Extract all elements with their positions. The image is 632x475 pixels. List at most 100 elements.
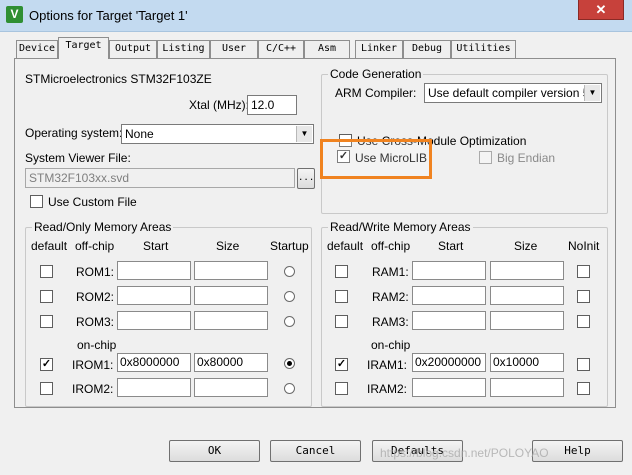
svd-label: System Viewer File: — [25, 151, 131, 165]
rom2-size-input[interactable] — [194, 286, 268, 305]
iram2-default-checkbox[interactable] — [335, 382, 348, 395]
iram2-start-input[interactable] — [412, 378, 486, 397]
tab-utilities[interactable]: Utilities — [451, 40, 516, 58]
ram3-noinit-checkbox[interactable] — [577, 315, 590, 328]
iram2-label: IRAM2: — [367, 382, 408, 396]
chevron-down-icon[interactable]: ▼ — [584, 85, 600, 101]
watermark: https://blog.csdn.net/POLOYAO — [380, 446, 549, 460]
big-endian-label: Big Endian — [497, 151, 556, 165]
ram1-default-checkbox[interactable] — [335, 265, 348, 278]
iram1-default-checkbox[interactable]: ✓ — [335, 358, 348, 371]
rom1-startup-radio[interactable] — [284, 266, 295, 277]
rom3-size-input[interactable] — [194, 311, 268, 330]
irom2-default-checkbox[interactable] — [40, 382, 53, 395]
ok-button[interactable]: OK — [169, 440, 260, 462]
compiler-select[interactable]: Use default compiler version 5 ▼ — [424, 83, 602, 103]
cancel-button[interactable]: Cancel — [270, 440, 361, 462]
rom3-default-checkbox[interactable] — [40, 315, 53, 328]
tab-listing[interactable]: Listing — [157, 40, 210, 58]
iram2-noinit-checkbox[interactable] — [577, 382, 590, 395]
os-select[interactable]: None ▼ — [121, 124, 314, 144]
rom2-label: ROM2: — [76, 290, 115, 304]
iram1-size-input[interactable]: 0x10000 — [490, 353, 564, 372]
chevron-down-icon[interactable]: ▼ — [296, 126, 312, 142]
compiler-select-value: Use default compiler version 5 — [428, 86, 590, 100]
device-name: STMicroelectronics STM32F103ZE — [25, 72, 212, 86]
rom2-startup-radio[interactable] — [284, 291, 295, 302]
custom-file-checkbox[interactable] — [30, 195, 43, 208]
ram3-start-input[interactable] — [412, 311, 486, 330]
xtal-label: Xtal (MHz): — [189, 98, 249, 112]
xtal-input[interactable]: 12.0 — [247, 95, 297, 115]
microlib-highlight — [320, 139, 432, 179]
iram2-size-input[interactable] — [490, 378, 564, 397]
rw-onchip-label: on-chip — [371, 338, 411, 352]
svd-browse-button[interactable]: ... — [297, 168, 315, 189]
irom1-default-checkbox[interactable]: ✓ — [40, 358, 53, 371]
rom1-start-input[interactable] — [117, 261, 191, 280]
ro-header-start: Start — [143, 239, 169, 253]
iram1-label: IRAM1: — [367, 358, 408, 372]
rw-header-offchip: off-chip — [371, 239, 411, 253]
compiler-label: ARM Compiler: — [335, 86, 417, 100]
tab-asm[interactable]: Asm — [304, 40, 350, 58]
ro-memory-title: Read/Only Memory Areas — [32, 220, 174, 234]
irom2-startup-radio[interactable] — [284, 383, 295, 394]
rom1-default-checkbox[interactable] — [40, 265, 53, 278]
big-endian-checkbox[interactable] — [479, 151, 492, 164]
tab-target[interactable]: Target — [58, 37, 109, 59]
ro-header-default: default — [31, 239, 68, 253]
custom-file-label: Use Custom File — [48, 195, 137, 209]
irom2-start-input[interactable] — [117, 378, 191, 397]
ram2-start-input[interactable] — [412, 286, 486, 305]
ram1-size-input[interactable] — [490, 261, 564, 280]
rom2-start-input[interactable] — [117, 286, 191, 305]
irom2-label: IROM2: — [72, 382, 114, 396]
tab-debug[interactable]: Debug — [403, 40, 451, 58]
ram2-default-checkbox[interactable] — [335, 290, 348, 303]
rw-header-start: Start — [438, 239, 464, 253]
ram1-noinit-checkbox[interactable] — [577, 265, 590, 278]
ram1-label: RAM1: — [372, 265, 409, 279]
os-select-value: None — [125, 127, 154, 141]
ram3-label: RAM3: — [372, 315, 409, 329]
irom1-start-input[interactable]: 0x8000000 — [117, 353, 191, 372]
window-title: Options for Target 'Target 1' — [29, 8, 188, 23]
irom1-label: IROM1: — [72, 358, 114, 372]
tab-linker[interactable]: Linker — [355, 40, 403, 58]
rom3-startup-radio[interactable] — [284, 316, 295, 327]
ro-header-size: Size — [216, 239, 240, 253]
app-icon: V — [6, 6, 23, 23]
ro-header-offchip: off-chip — [75, 239, 115, 253]
rw-header-noinit: NoInit — [568, 239, 600, 253]
close-button[interactable]: ✕ — [578, 0, 624, 20]
ram2-noinit-checkbox[interactable] — [577, 290, 590, 303]
irom1-size-input[interactable]: 0x80000 — [194, 353, 268, 372]
rom1-size-input[interactable] — [194, 261, 268, 280]
ro-header-startup: Startup — [270, 239, 309, 253]
ro-onchip-label: on-chip — [77, 338, 117, 352]
rom3-start-input[interactable] — [117, 311, 191, 330]
iram1-start-input[interactable]: 0x20000000 — [412, 353, 486, 372]
rw-header-size: Size — [514, 239, 538, 253]
rom1-label: ROM1: — [76, 265, 115, 279]
tab-user[interactable]: User — [210, 40, 258, 58]
irom2-size-input[interactable] — [194, 378, 268, 397]
rw-header-default: default — [327, 239, 364, 253]
tab-c-cpp[interactable]: C/C++ — [258, 40, 304, 58]
rom3-label: ROM3: — [76, 315, 115, 329]
rom2-default-checkbox[interactable] — [40, 290, 53, 303]
ram2-label: RAM2: — [372, 290, 409, 304]
ram2-size-input[interactable] — [490, 286, 564, 305]
ram3-default-checkbox[interactable] — [335, 315, 348, 328]
code-generation-title: Code Generation — [328, 67, 424, 81]
rw-memory-title: Read/Write Memory Areas — [328, 220, 473, 234]
tab-device[interactable]: Device — [16, 40, 58, 58]
irom1-startup-radio[interactable] — [284, 358, 295, 369]
ram3-size-input[interactable] — [490, 311, 564, 330]
ram1-start-input[interactable] — [412, 261, 486, 280]
tab-output[interactable]: Output — [109, 40, 157, 58]
iram1-noinit-checkbox[interactable] — [577, 358, 590, 371]
svd-file-input[interactable]: STM32F103xx.svd — [25, 168, 295, 188]
os-label: Operating system: — [25, 126, 123, 140]
